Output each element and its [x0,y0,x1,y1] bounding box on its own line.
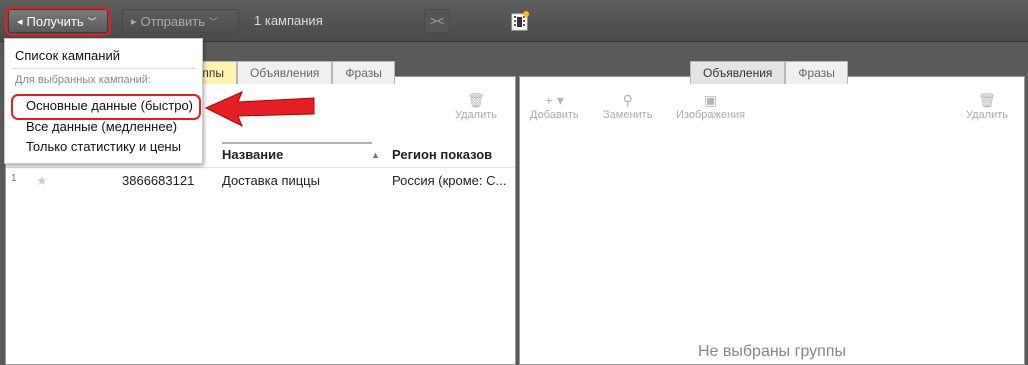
search-icon: ⚲ [622,92,633,108]
group-id: 3866683121 [122,173,195,188]
images-button[interactable]: ▣ Изображения [676,91,745,121]
top-toolbar: ◂ Получить ﹀ ▸ Отправить ﹀ 1 кампания >< [0,0,1028,42]
get-dropdown-menu: Список кампаний Для выбранных кампаний: … [4,38,203,164]
delete-button[interactable]: 🗑 Удалить [455,91,497,121]
replace-button[interactable]: ⚲ Заменить [603,91,652,121]
table-row[interactable]: 1 ★ 3866683121 Доставка пиццы Россия (кр… [6,168,515,192]
menu-caption: Для выбранных кампаний: [15,74,152,86]
column-name[interactable]: Название [222,147,283,162]
menu-divider [11,68,196,69]
ads-tabs: Объявления Фразы [690,61,848,84]
get-button-highlight [5,7,111,36]
group-region: Россия (кроме: С... [392,173,507,188]
trash-icon: 🗑 [467,92,485,108]
collapse-icon[interactable]: >< [424,9,450,33]
star-icon[interactable]: ★ [36,173,48,189]
film-icon[interactable] [511,11,529,31]
send-button-label: Отправить [140,13,205,29]
menu-item-all-data[interactable]: Все данные (медленнее) [26,119,177,134]
add-button[interactable]: + ▾ Добавить [530,91,579,121]
group-name: Доставка пиццы [222,173,320,188]
chevron-down-icon: ﹀ [209,16,219,27]
sort-indicator [222,142,372,144]
annotation-arrow [204,91,315,128]
plus-icon: + ▾ [544,92,564,108]
tab-ads[interactable]: Объявления [236,61,333,84]
delete-ads-label: Удалить [966,109,1008,121]
menu-item-campaign-list[interactable]: Список кампаний [15,48,120,63]
menu-item-stats-prices[interactable]: Только статистику и цены [26,139,181,154]
image-icon: ▣ [703,92,718,108]
empty-message: Не выбраны группы [697,343,847,360]
send-icon: ▸ [131,15,137,28]
send-button[interactable]: ▸ Отправить ﹀ [122,9,239,33]
add-label: Добавить [530,109,579,121]
delete-ads-button[interactable]: 🗑 Удалить [966,91,1008,121]
groups-tabs: Группы Объявления Фразы [171,61,395,84]
sort-arrow-icon: ▲ [371,150,380,160]
campaign-count: 1 кампания [254,13,323,28]
replace-label: Заменить [603,109,653,121]
ads-panel: + ▾ Добавить ⚲ Заменить ▣ Изображения 🗑 … [519,76,1025,365]
images-label: Изображения [676,109,746,121]
ads-toolbar: + ▾ Добавить ⚲ Заменить ▣ Изображения 🗑 … [520,91,1024,131]
menu-highlight [11,94,201,120]
tab-ads-right[interactable]: Объявления [690,61,786,84]
tab-phrases[interactable]: Фразы [332,61,395,84]
column-region[interactable]: Регион показов [392,147,492,162]
trash-icon: 🗑 [978,92,996,108]
delete-label: Удалить [455,109,497,121]
tab-phrases-right[interactable]: Фразы [785,61,848,84]
row-number: 1 [11,173,17,184]
